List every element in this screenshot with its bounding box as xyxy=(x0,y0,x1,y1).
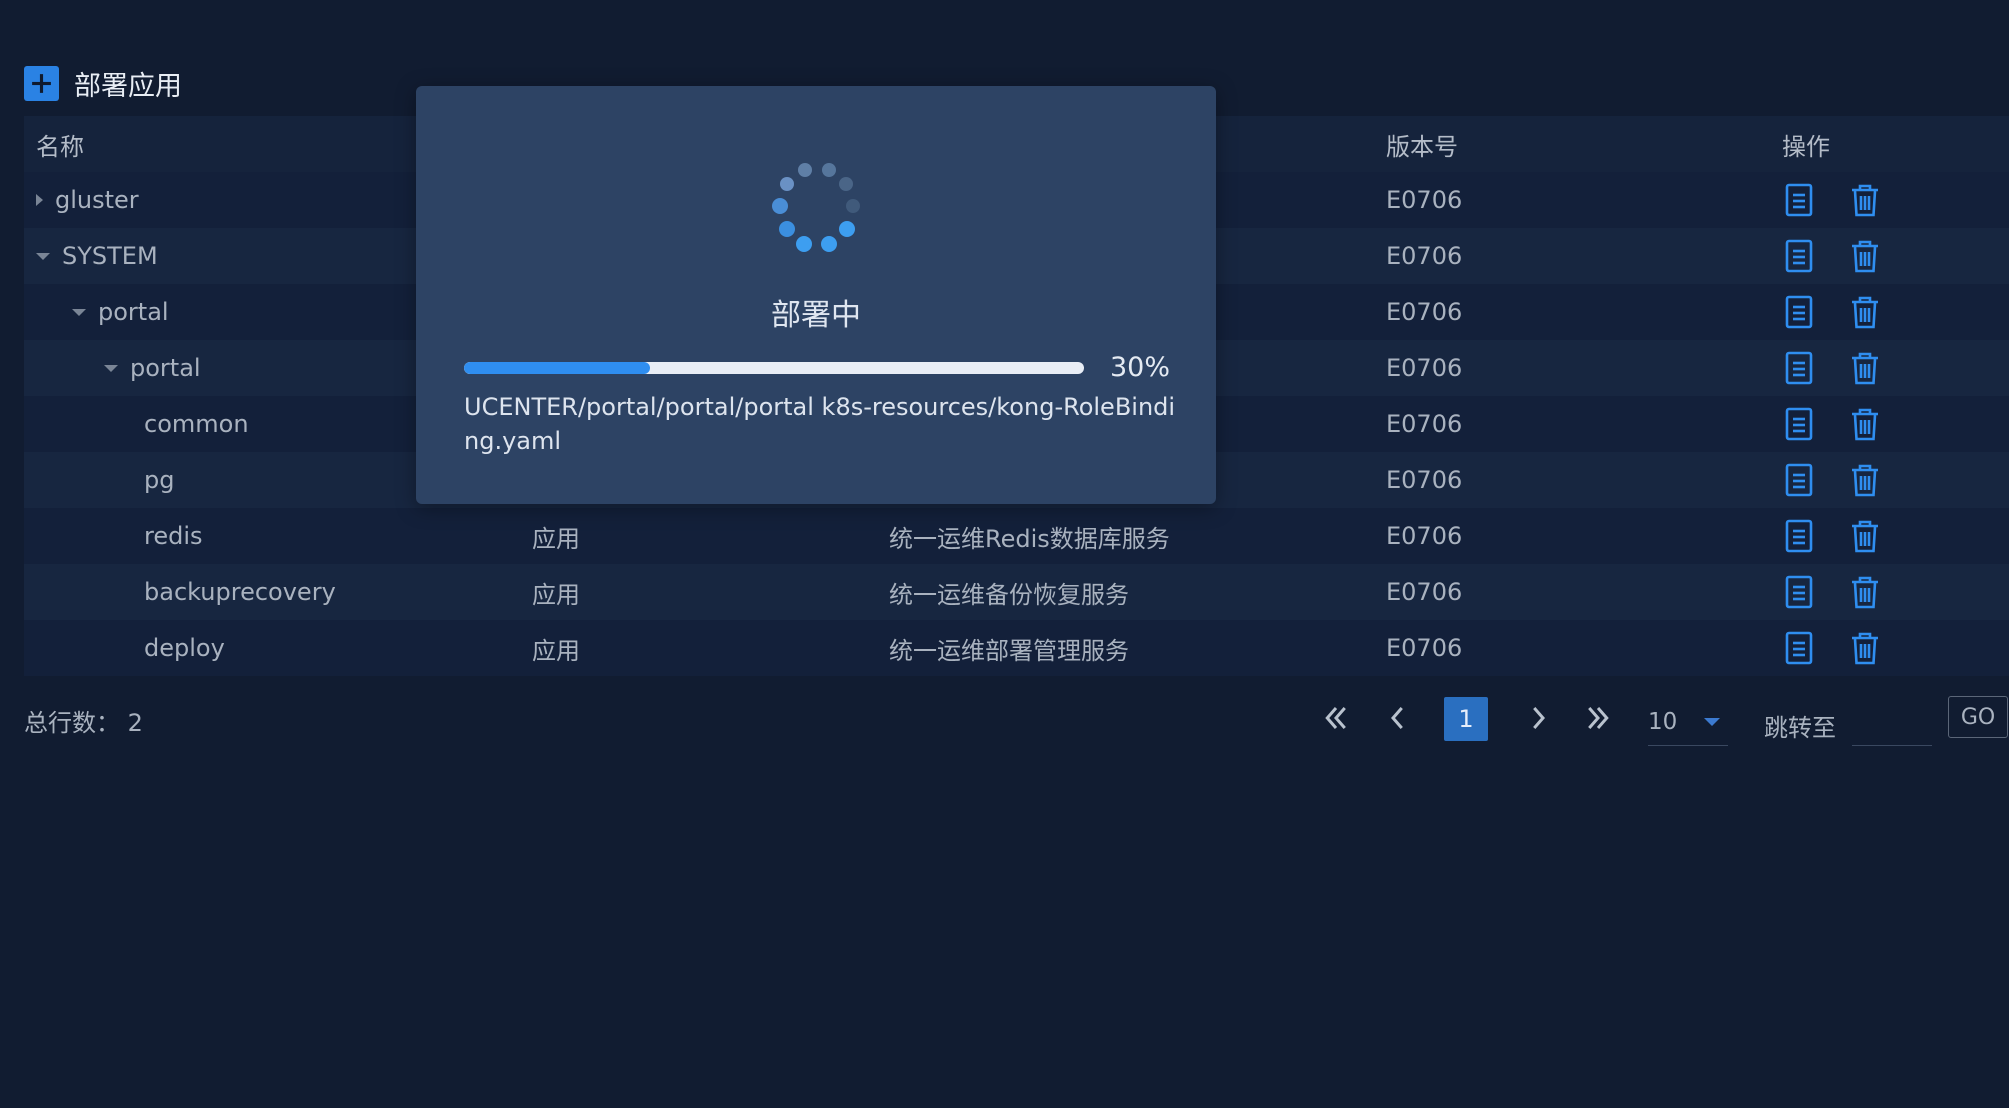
expanded-caret-icon[interactable] xyxy=(72,308,86,316)
column-header-ops: 操作 xyxy=(1782,132,1830,161)
dialog-title: 部署中 xyxy=(771,298,861,333)
page-size-value: 10 xyxy=(1648,708,1678,735)
chevron-right-icon xyxy=(1533,707,1545,729)
last-page-button[interactable] xyxy=(1580,694,1616,742)
row-actions xyxy=(1782,228,1882,284)
row-name-cell: SYSTEM xyxy=(36,228,158,284)
deploy-progress-dialog: 部署中 30% UCENTER/portal/portal/portal k8s… xyxy=(416,86,1216,504)
row-name-cell: backuprecovery xyxy=(144,564,336,620)
details-icon[interactable] xyxy=(1782,239,1816,273)
row-name: deploy xyxy=(144,634,225,662)
row-name-cell: portal xyxy=(72,284,169,340)
delete-icon[interactable] xyxy=(1848,295,1882,329)
table-row[interactable]: redis 应用 统一运维Redis数据库服务 E0706 xyxy=(24,508,2009,564)
progress-bar xyxy=(464,362,1084,374)
row-name: common xyxy=(144,410,249,438)
row-name: redis xyxy=(144,522,203,550)
delete-icon[interactable] xyxy=(1848,351,1882,385)
column-header-version: 版本号 xyxy=(1386,132,1458,161)
row-actions xyxy=(1782,396,1882,452)
row-description: 统一运维备份恢复服务 xyxy=(889,580,1129,609)
prev-page-button[interactable] xyxy=(1380,694,1416,742)
delete-icon[interactable] xyxy=(1848,407,1882,441)
double-chevron-right-icon xyxy=(1588,707,1609,729)
row-name: gluster xyxy=(55,186,139,214)
jump-label: 跳转至 xyxy=(1764,714,1836,742)
row-actions xyxy=(1782,172,1882,228)
row-description: 统一运维Redis数据库服务 xyxy=(889,524,1170,553)
row-actions xyxy=(1782,620,1882,676)
row-version: E0706 xyxy=(1386,298,1463,326)
row-name-cell: common xyxy=(144,396,249,452)
row-name: SYSTEM xyxy=(62,242,158,270)
pagination: 1 10 跳转至 GO xyxy=(0,694,2009,746)
row-type: 应用 xyxy=(532,636,580,665)
double-chevron-left-icon xyxy=(1325,707,1346,729)
collapsed-caret-icon[interactable] xyxy=(36,194,43,206)
jump-page-input[interactable] xyxy=(1852,698,1932,746)
plus-icon xyxy=(32,74,51,93)
page-title: 部署应用 xyxy=(74,71,182,102)
details-icon[interactable] xyxy=(1782,351,1816,385)
row-name-cell: portal xyxy=(104,340,201,396)
row-name: pg xyxy=(144,466,175,494)
expanded-caret-icon[interactable] xyxy=(36,252,50,260)
table-row[interactable]: backuprecovery 应用 统一运维备份恢复服务 E0706 xyxy=(24,564,2009,620)
row-type: 应用 xyxy=(532,580,580,609)
chevron-down-icon xyxy=(1704,718,1720,726)
row-name-cell: pg xyxy=(144,452,174,508)
row-version: E0706 xyxy=(1386,634,1463,662)
row-name: portal xyxy=(130,354,201,382)
details-icon[interactable] xyxy=(1782,407,1816,441)
row-name: backuprecovery xyxy=(144,578,336,606)
go-button[interactable]: GO xyxy=(1948,696,2008,738)
row-version: E0706 xyxy=(1386,578,1463,606)
details-icon[interactable] xyxy=(1782,183,1816,217)
row-actions xyxy=(1782,564,1882,620)
details-icon[interactable] xyxy=(1782,575,1816,609)
details-icon[interactable] xyxy=(1782,463,1816,497)
chevron-left-icon xyxy=(1391,707,1403,729)
delete-icon[interactable] xyxy=(1848,239,1882,273)
progress-percent: 30% xyxy=(1110,352,1171,383)
row-name-cell: deploy xyxy=(144,620,225,676)
delete-icon[interactable] xyxy=(1848,463,1882,497)
add-app-button[interactable] xyxy=(24,66,59,101)
row-name-cell: redis xyxy=(144,508,203,564)
row-version: E0706 xyxy=(1386,242,1463,270)
row-actions xyxy=(1782,452,1882,508)
row-version: E0706 xyxy=(1386,186,1463,214)
page-header: 部署应用 xyxy=(24,64,182,103)
loading-spinner-icon xyxy=(772,163,860,252)
deploy-page: 部署应用 名称 版本号 操作 gluster E0706 SYSTEM E0706 po… xyxy=(0,0,2009,1108)
row-actions xyxy=(1782,340,1882,396)
details-icon[interactable] xyxy=(1782,295,1816,329)
progress-file-path: UCENTER/portal/portal/portal k8s-resourc… xyxy=(464,393,1176,455)
row-version: E0706 xyxy=(1386,354,1463,382)
row-name: portal xyxy=(98,298,169,326)
row-version: E0706 xyxy=(1386,410,1463,438)
delete-icon[interactable] xyxy=(1848,183,1882,217)
column-header-name: 名称 xyxy=(36,132,84,161)
page-size-select[interactable]: 10 xyxy=(1648,698,1728,746)
row-actions xyxy=(1782,508,1882,564)
next-page-button[interactable] xyxy=(1520,694,1556,742)
row-name-cell: gluster xyxy=(36,172,139,228)
details-icon[interactable] xyxy=(1782,631,1816,665)
delete-icon[interactable] xyxy=(1848,631,1882,665)
row-version: E0706 xyxy=(1386,522,1463,550)
progress-bar-fill xyxy=(464,362,650,374)
page-number-current[interactable]: 1 xyxy=(1444,697,1488,741)
row-description: 统一运维部署管理服务 xyxy=(889,636,1129,665)
table-row[interactable]: deploy 应用 统一运维部署管理服务 E0706 xyxy=(24,620,2009,676)
row-type: 应用 xyxy=(532,524,580,553)
delete-icon[interactable] xyxy=(1848,575,1882,609)
details-icon[interactable] xyxy=(1782,519,1816,553)
delete-icon[interactable] xyxy=(1848,519,1882,553)
first-page-button[interactable] xyxy=(1318,694,1354,742)
expanded-caret-icon[interactable] xyxy=(104,364,118,372)
row-version: E0706 xyxy=(1386,466,1463,494)
row-actions xyxy=(1782,284,1882,340)
